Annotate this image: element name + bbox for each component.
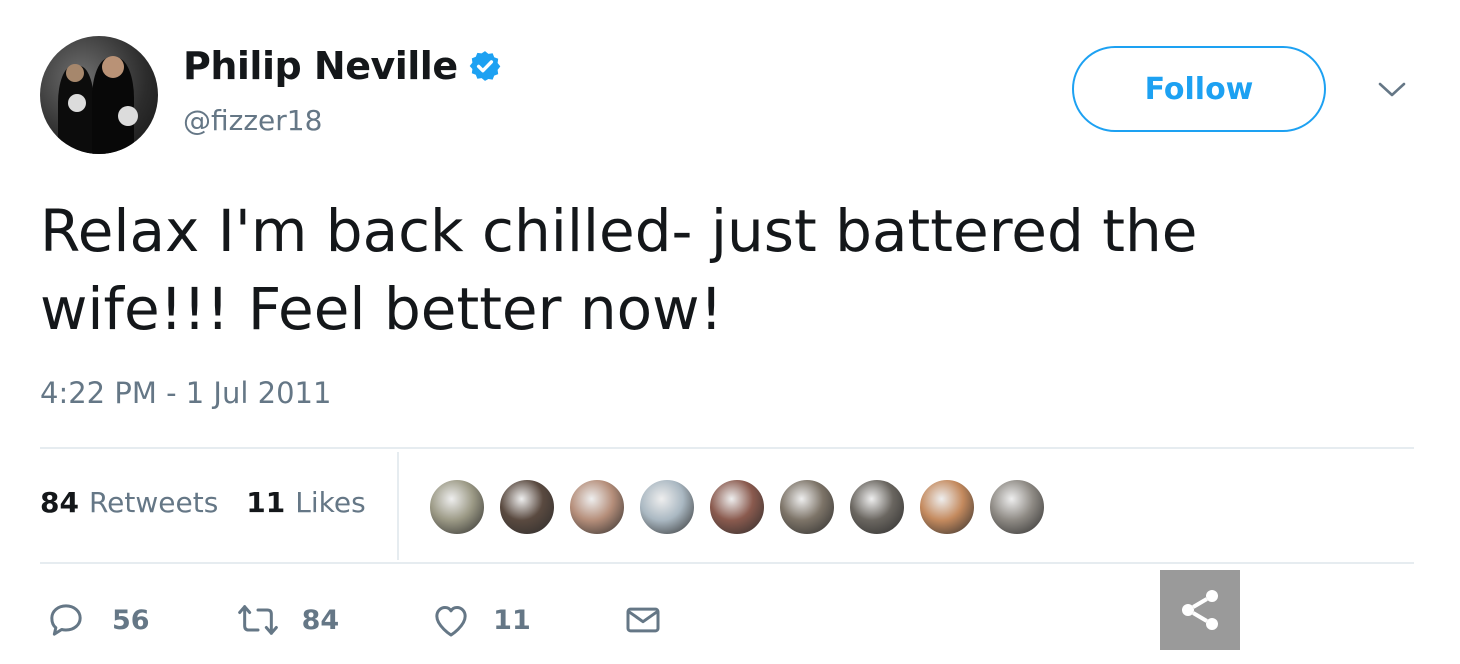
liker-avatar-3[interactable] bbox=[568, 478, 626, 536]
liker-avatar-9[interactable] bbox=[988, 478, 1046, 536]
reply-icon bbox=[50, 604, 82, 636]
retweet-icon bbox=[237, 605, 278, 635]
divider-bottom bbox=[40, 562, 1414, 564]
stats-separator bbox=[397, 452, 399, 560]
share-button[interactable] bbox=[1160, 570, 1240, 650]
liker-avatar-5[interactable] bbox=[708, 478, 766, 536]
envelope-icon bbox=[626, 607, 660, 633]
follow-button-label: Follow bbox=[1144, 71, 1254, 107]
author-handle[interactable]: @fizzer18 bbox=[183, 104, 322, 137]
like-button[interactable]: 11 bbox=[431, 600, 531, 640]
liker-avatar-4[interactable] bbox=[638, 478, 696, 536]
likes-count: 11 bbox=[246, 486, 286, 519]
tweet-timestamp[interactable]: 4:22 PM - 1 Jul 2011 bbox=[40, 376, 331, 410]
tweet-actions: 56 84 11 bbox=[46, 600, 663, 640]
retweets-stat[interactable]: 84 Retweets bbox=[40, 486, 218, 519]
direct-message-button[interactable] bbox=[623, 600, 663, 640]
liker-avatar-8[interactable] bbox=[918, 478, 976, 536]
reply-count: 56 bbox=[112, 604, 150, 636]
retweets-count: 84 bbox=[40, 486, 79, 519]
author-name[interactable]: Philip Neville bbox=[183, 44, 458, 88]
liker-avatar-2[interactable] bbox=[498, 478, 556, 536]
divider-top bbox=[40, 447, 1414, 449]
retweets-label: Retweets bbox=[88, 486, 219, 519]
chevron-down-icon[interactable] bbox=[1374, 78, 1410, 102]
tweet-stats: 84 Retweets 11 Likes bbox=[40, 486, 366, 519]
liker-avatar-1[interactable] bbox=[428, 478, 486, 536]
liker-avatar-7[interactable] bbox=[848, 478, 906, 536]
likes-stat[interactable]: 11 Likes bbox=[246, 486, 365, 519]
liker-avatar-6[interactable] bbox=[778, 478, 836, 536]
author-name-row: Philip Neville bbox=[183, 44, 502, 88]
author-avatar[interactable] bbox=[40, 36, 158, 154]
liker-avatars bbox=[428, 478, 1058, 536]
retweet-count: 84 bbox=[301, 604, 340, 636]
follow-button[interactable]: Follow bbox=[1072, 46, 1326, 132]
retweet-button[interactable]: 84 bbox=[236, 600, 340, 640]
like-count: 11 bbox=[493, 604, 531, 636]
reply-button[interactable]: 56 bbox=[46, 600, 150, 640]
likes-label: Likes bbox=[295, 486, 366, 519]
share-icon bbox=[1182, 590, 1218, 630]
tweet-text: Relax I'm back chilled- just battered th… bbox=[40, 197, 1198, 343]
heart-icon bbox=[435, 606, 467, 637]
verified-badge-icon bbox=[469, 51, 500, 81]
